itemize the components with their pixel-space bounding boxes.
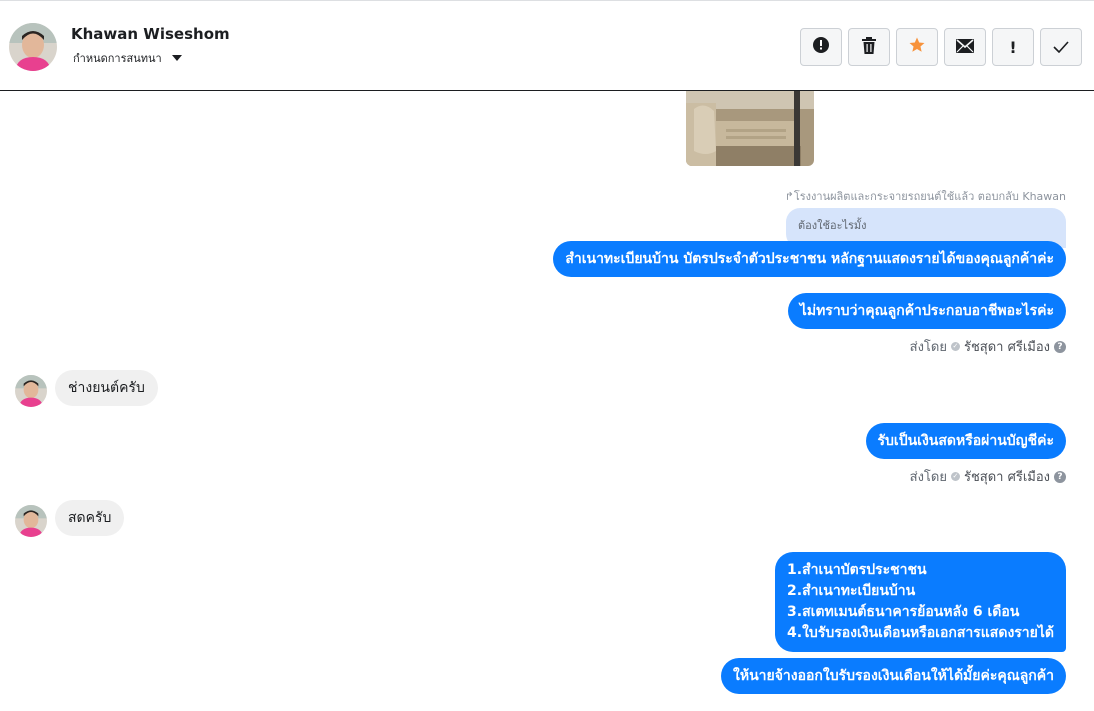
trash-icon (861, 36, 877, 58)
reply-context-text: โรงงานผลิตและกระจายรถยนต์ใช้แล้ว ตอบกลับ… (793, 190, 1066, 203)
reply-context: ↱โรงงานผลิตและกระจายรถยนต์ใช้แล้ว ตอบกลั… (785, 187, 1066, 205)
outgoing-message[interactable]: สำเนาทะเบียนบ้าน บัตรประจำตัวประชาชน หลั… (553, 241, 1066, 277)
list-line: 3.สเตทเมนต์ธนาคารย้อนหลัง 6 เดือน (787, 604, 1020, 620)
star-icon (908, 36, 926, 58)
conversation-status-label: กำหนดการสนทนา (73, 52, 162, 65)
mark-spam-button[interactable] (800, 28, 842, 66)
outgoing-message-list[interactable]: 1.สำเนาบัตรประชาชน 2.สำเนาทะเบียนบ้าน 3.… (775, 552, 1066, 652)
sent-by-label: ส่งโดย (909, 340, 947, 355)
delete-button[interactable] (848, 28, 890, 66)
mark-unread-button[interactable] (944, 28, 986, 66)
outgoing-message[interactable]: ให้นายจ้างออกใบรับรองเงินเดือนให้ได้มั้ย… (721, 658, 1066, 694)
list-line: 2.สำเนาทะเบียนบ้าน (787, 583, 916, 599)
sent-by-line: ส่งโดย ✓ รัชสุดา ศรีเมือง ? (910, 466, 1066, 487)
agent-name[interactable]: รัชสุดา ศรีเมือง (964, 336, 1050, 357)
incoming-message[interactable]: สดครับ (55, 500, 125, 536)
conversation-header: Khawan Wiseshom กำหนดการสนทนา ! (0, 0, 1094, 91)
conversation-status-dropdown[interactable]: กำหนดการสนทนา (73, 49, 182, 67)
outgoing-message[interactable]: ไม่ทราบว่าคุณลูกค้าประกอบอาชีพอะไรค่ะ (787, 293, 1066, 329)
verified-icon: ✓ (950, 342, 960, 351)
list-line: 1.สำเนาบัตรประชาชน (787, 562, 927, 578)
list-line: 4.ใบรับรองเงินเดือนหรือเอกสารแสดงรายได้ (787, 625, 1054, 641)
conversation-toolbar: ! (800, 28, 1082, 66)
sent-by-line: ส่งโดย ✓ รัชสุดา ศรีเมือง ? (910, 336, 1066, 357)
contact-avatar-small[interactable] (15, 505, 47, 537)
outgoing-message[interactable]: รับเป็นเงินสดหรือผ่านบัญชีค่ะ (865, 423, 1066, 459)
contact-name: Khawan Wiseshom (71, 25, 230, 43)
follow-up-button[interactable]: ! (992, 28, 1034, 66)
contact-avatar[interactable] (9, 23, 57, 71)
sent-by-label: ส่งโดย (909, 470, 947, 485)
envelope-icon (956, 38, 974, 57)
message-thread[interactable]: ↱โรงงานผลิตและกระจายรถยนต์ใช้แล้ว ตอบกลั… (0, 91, 1094, 711)
agent-name[interactable]: รัชสุดา ศรีเมือง (964, 466, 1050, 487)
checkmark-icon (1053, 38, 1069, 57)
mark-done-button[interactable] (1040, 28, 1082, 66)
car-interior-photo[interactable] (686, 91, 814, 166)
incoming-message[interactable]: ช่างยนต์ครับ (55, 370, 158, 406)
reply-arrow-icon: ↱ (784, 190, 794, 203)
help-icon[interactable]: ? (1054, 340, 1066, 353)
alert-circle-icon (812, 36, 830, 58)
verified-icon: ✓ (950, 472, 960, 481)
star-button[interactable] (896, 28, 938, 66)
contact-avatar-small[interactable] (15, 375, 47, 407)
caret-down-icon (171, 55, 182, 61)
help-icon[interactable]: ? (1054, 470, 1066, 483)
exclamation-icon: ! (1009, 37, 1017, 57)
